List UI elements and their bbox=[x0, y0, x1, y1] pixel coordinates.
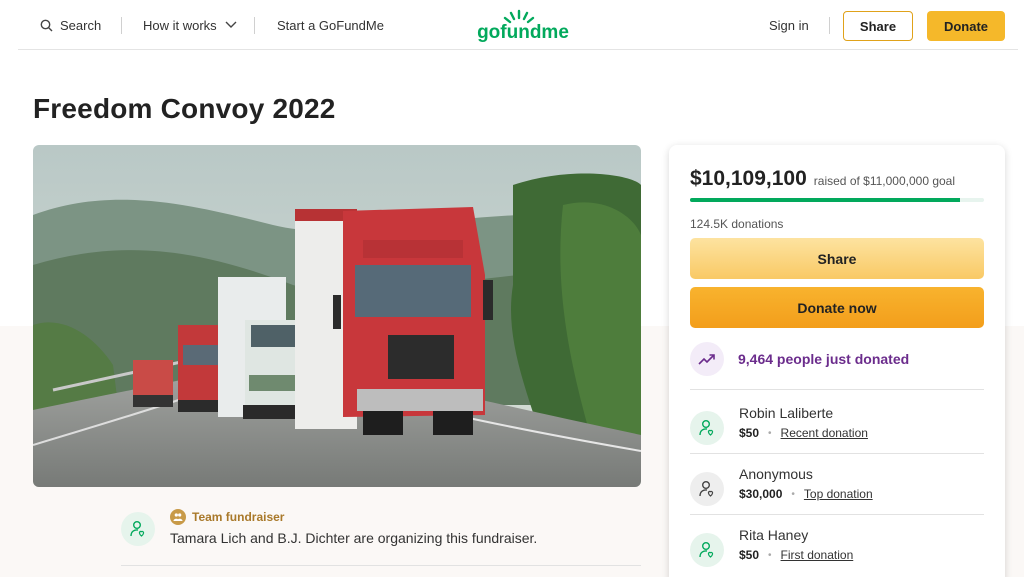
team-fundraiser-badge: Team fundraiser bbox=[170, 509, 284, 525]
gofundme-logo[interactable]: gofundme bbox=[473, 8, 573, 44]
recent-donors-trend: 9,464 people just donated bbox=[690, 342, 909, 376]
logo-text: gofundme bbox=[477, 22, 569, 43]
start-gofundme-label: Start a GoFundMe bbox=[277, 17, 384, 33]
divider bbox=[690, 389, 984, 390]
header-share-button[interactable]: Share bbox=[843, 11, 913, 41]
campaign-hero-image[interactable] bbox=[33, 145, 641, 487]
header-donate-label: Donate bbox=[943, 18, 989, 34]
user-heart-icon bbox=[698, 480, 716, 498]
donor-avatar bbox=[690, 533, 724, 567]
separator-dot: • bbox=[791, 488, 795, 500]
goal-text: raised of $11,000,000 goal bbox=[813, 174, 956, 188]
search-button[interactable]: Search bbox=[40, 0, 101, 50]
how-it-works-label: How it works bbox=[143, 17, 217, 33]
donor-item: Robin Laliberte $50 • Recent donation bbox=[690, 405, 984, 453]
team-fundraiser-label: Team fundraiser bbox=[192, 510, 285, 524]
donation-tag-link[interactable]: First donation bbox=[781, 548, 854, 562]
header-donate-button[interactable]: Donate bbox=[927, 11, 1005, 41]
donor-amount: $50 bbox=[739, 548, 760, 562]
donor-amount: $50 bbox=[739, 426, 760, 440]
organizer-avatar bbox=[121, 512, 155, 546]
nav-divider bbox=[829, 17, 830, 34]
header-share-label: Share bbox=[859, 18, 897, 34]
donation-tag-link[interactable]: Top donation bbox=[804, 487, 873, 501]
top-navigation: Search How it works Start a GoFundMe gof… bbox=[18, 0, 1018, 50]
user-heart-icon bbox=[698, 419, 716, 437]
organizer-text: Tamara Lich and B.J. Dichter are organiz… bbox=[170, 530, 538, 546]
trending-up-icon bbox=[690, 342, 724, 376]
donation-tag-link[interactable]: Recent donation bbox=[781, 426, 868, 440]
donor-avatar bbox=[690, 411, 724, 445]
donor-name: Anonymous bbox=[739, 466, 813, 482]
donations-count: 124.5K donations bbox=[690, 217, 784, 231]
how-it-works-menu[interactable]: How it works bbox=[143, 0, 237, 50]
donor-name: Rita Haney bbox=[739, 527, 809, 543]
user-heart-icon bbox=[129, 520, 147, 538]
share-button-label: Share bbox=[817, 250, 857, 267]
campaign-title: Freedom Convoy 2022 bbox=[33, 93, 336, 124]
donor-amount: $30,000 bbox=[739, 487, 783, 501]
sign-in-label: Sign in bbox=[769, 17, 809, 33]
donor-avatar bbox=[690, 472, 724, 506]
donor-item: Anonymous $30,000 • Top donation bbox=[690, 466, 984, 514]
search-label: Search bbox=[60, 17, 102, 33]
nav-divider bbox=[254, 17, 255, 34]
donor-details: $50 • First donation bbox=[739, 548, 853, 562]
team-icon bbox=[170, 509, 186, 525]
sign-in-link[interactable]: Sign in bbox=[769, 0, 809, 50]
user-heart-icon bbox=[698, 541, 716, 559]
chevron-down-icon bbox=[225, 21, 237, 29]
donor-details: $50 • Recent donation bbox=[739, 426, 868, 440]
separator-dot: • bbox=[768, 549, 772, 561]
donor-item: Rita Haney $50 • First donation bbox=[690, 527, 984, 575]
donor-details: $30,000 • Top donation bbox=[739, 487, 873, 501]
donate-now-label: Donate now bbox=[797, 299, 877, 316]
divider bbox=[690, 453, 984, 454]
progress-bar bbox=[690, 198, 984, 202]
progress-fill bbox=[690, 198, 961, 202]
raised-amount: $10,109,100 bbox=[690, 167, 807, 190]
divider bbox=[690, 514, 984, 515]
raised-summary: $10,109,100 raised of $11,000,000 goal bbox=[690, 167, 955, 191]
donor-name: Robin Laliberte bbox=[739, 405, 834, 421]
nav-divider bbox=[121, 17, 122, 34]
search-icon bbox=[40, 19, 53, 32]
donate-now-button[interactable]: Donate now bbox=[690, 287, 984, 328]
donation-sidebar-card: $10,109,100 raised of $11,000,000 goal 1… bbox=[669, 145, 1005, 577]
start-gofundme-link[interactable]: Start a GoFundMe bbox=[277, 0, 384, 50]
separator-dot: • bbox=[768, 427, 772, 439]
divider bbox=[121, 565, 641, 566]
trend-text: 9,464 people just donated bbox=[738, 351, 910, 367]
share-button[interactable]: Share bbox=[690, 238, 984, 279]
